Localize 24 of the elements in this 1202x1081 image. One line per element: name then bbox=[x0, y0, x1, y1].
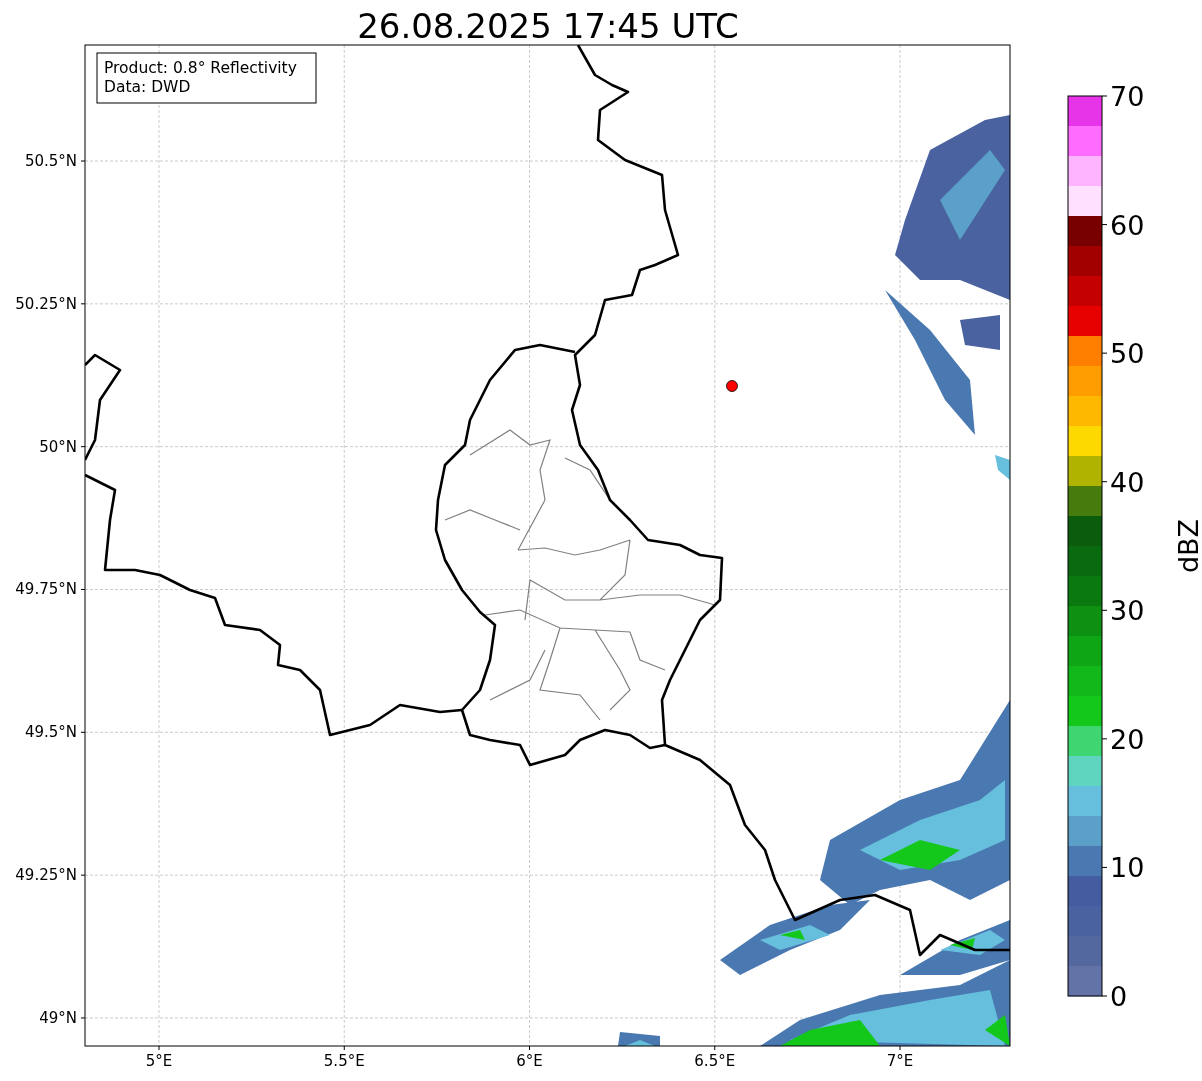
axis-tick-label: 49°N bbox=[39, 1009, 77, 1027]
axis-tick-label: 49.25°N bbox=[15, 866, 77, 885]
colorbar-tick-label: 70 bbox=[1110, 81, 1145, 112]
colorbar-tick-label: 30 bbox=[1110, 595, 1145, 627]
axis-tick-label: 6°E bbox=[516, 1052, 543, 1070]
colorbar-tick-label: 10 bbox=[1110, 852, 1145, 884]
legend-text: Data: DWD bbox=[104, 78, 191, 96]
axis-tick-label: 7°E bbox=[886, 1052, 914, 1070]
axis-tick-label: 5.5°E bbox=[323, 1052, 365, 1070]
axis-tick-label: 50°N bbox=[39, 437, 77, 456]
colorbar-tick-label: 20 bbox=[1110, 723, 1145, 755]
axis-tick-label: 49.5°N bbox=[24, 723, 77, 742]
axis-tick-label: 50.25°N bbox=[15, 294, 77, 313]
axis-tick-label: 5°E bbox=[145, 1052, 173, 1070]
axis-tick-label: 6.5°E bbox=[694, 1052, 736, 1070]
colorbar-tick-label: 60 bbox=[1110, 209, 1145, 241]
axis-tick-label: 49.75°N bbox=[15, 580, 77, 599]
axis-tick-label: 50.5°N bbox=[24, 152, 77, 170]
legend-text: Product: 0.8° Reflectivity bbox=[104, 59, 297, 77]
colorbar-tick-label: 0 bbox=[1110, 981, 1128, 1012]
colorbar-tick-label: 50 bbox=[1110, 338, 1145, 370]
colorbar-label: dBZ bbox=[1172, 518, 1202, 574]
chart-title: 26.08.2025 17:45 UTC bbox=[357, 6, 739, 46]
colorbar-tick-label: 40 bbox=[1110, 466, 1145, 498]
